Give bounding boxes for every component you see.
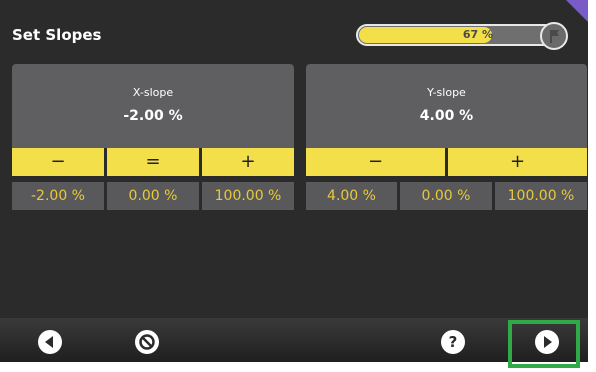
x-slope-value: -2.00 % [123, 108, 183, 124]
x-slope-preset-2[interactable]: 0.00 % [107, 182, 199, 210]
progress-text: 67 % [462, 28, 494, 41]
y-slope-presets: 4.00 % 0.00 % 100.00 % [306, 182, 587, 212]
y-slope-plus-button[interactable]: + [448, 148, 587, 176]
flag-icon [550, 30, 559, 43]
progress-bar: 67 % [356, 24, 560, 46]
screen: Set Slopes 67 % X-slope -2.00 % − = + -2… [0, 0, 588, 362]
x-slope-presets: -2.00 % 0.00 % 100.00 % [12, 182, 294, 212]
y-slope-buttons: − + [306, 148, 587, 176]
x-slope-plus-button[interactable]: + [202, 148, 294, 176]
flag-button[interactable] [540, 22, 568, 50]
y-slope-preset-1[interactable]: 4.00 % [306, 182, 397, 210]
corner-tab [566, 0, 588, 22]
y-slope-preset-3[interactable]: 100.00 % [495, 182, 587, 210]
x-slope-minus-button[interactable]: − [12, 148, 104, 176]
back-button[interactable] [38, 330, 62, 354]
bottom-toolbar [0, 318, 588, 362]
next-button[interactable] [535, 330, 559, 354]
x-slope-equals-button[interactable]: = [107, 148, 199, 176]
x-slope-label: X-slope [132, 86, 174, 99]
back-icon [45, 336, 53, 348]
x-slope-buttons: − = + [12, 148, 294, 176]
cancel-icon [139, 334, 155, 350]
next-icon [544, 336, 552, 348]
y-slope-preset-2[interactable]: 0.00 % [400, 182, 492, 210]
x-slope-panel: X-slope -2.00 % [12, 64, 294, 148]
progress-indicator: 67 % [356, 22, 568, 50]
cancel-button[interactable] [135, 330, 159, 354]
x-slope-preset-1[interactable]: -2.00 % [12, 182, 104, 210]
page-title: Set Slopes [12, 26, 102, 44]
help-icon: ? [448, 333, 458, 351]
y-slope-panel: Y-slope 4.00 % [306, 64, 587, 148]
y-slope-value: 4.00 % [419, 108, 474, 124]
x-slope-preset-3[interactable]: 100.00 % [202, 182, 294, 210]
help-button[interactable]: ? [441, 330, 465, 354]
y-slope-minus-button[interactable]: − [306, 148, 445, 176]
y-slope-label: Y-slope [427, 86, 466, 99]
